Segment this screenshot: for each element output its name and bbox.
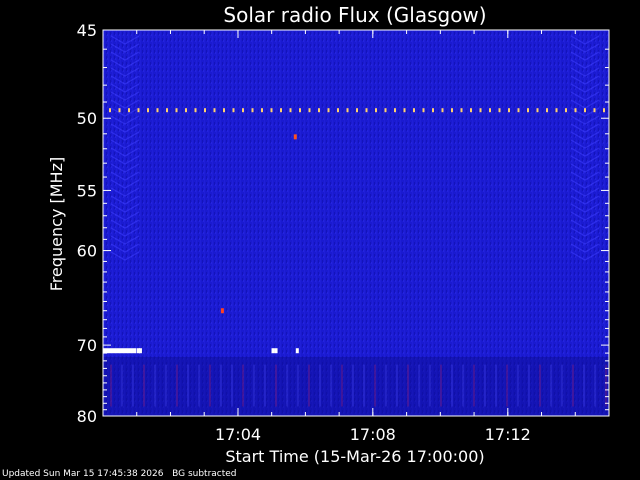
feature-dash — [137, 108, 140, 113]
spectrogram-chart: 45 50 55 60 70 80 17:04 17:08 17:12 Solar radio … — [47, 3, 610, 466]
feature-dash — [489, 108, 491, 113]
feature-dash — [441, 108, 444, 113]
y-tick-label: 60 — [77, 242, 97, 261]
feature-bar — [103, 348, 137, 354]
feature-dash — [232, 108, 235, 113]
feature-dash — [166, 108, 168, 113]
feature-dash — [194, 108, 197, 113]
feature-dash — [384, 108, 387, 113]
feature-dash — [470, 108, 472, 113]
feature-dash — [593, 108, 596, 113]
feature-dash — [337, 108, 339, 113]
feature-dash — [327, 108, 330, 113]
feature-dash — [118, 108, 121, 113]
feature-dash — [147, 108, 149, 113]
feature-dash — [308, 108, 311, 113]
feature-dash — [346, 108, 349, 113]
feature-dash — [204, 108, 206, 113]
feature-dash — [517, 108, 520, 113]
y-tick-label: 50 — [77, 109, 97, 128]
x-tick-label: 17:12 — [485, 425, 531, 444]
feature-dash — [242, 108, 244, 113]
feature-dash — [527, 108, 529, 113]
plot-area — [103, 30, 609, 416]
feature-dash — [318, 108, 320, 113]
updated-timestamp: Updated Sun Mar 15 17:45:38 2026 — [2, 469, 164, 479]
feature-dash — [536, 108, 539, 113]
feature-dash — [109, 108, 111, 113]
feature-spot — [274, 348, 278, 354]
feature-dash — [175, 108, 178, 113]
feature-dash — [223, 108, 225, 113]
feature-dash — [156, 108, 159, 113]
x-axis-label: Start Time (15-Mar-26 17:00:00) — [225, 447, 484, 466]
feature-dash — [451, 108, 453, 113]
feature-dash — [394, 108, 396, 113]
feature-spot — [220, 308, 224, 314]
feature-dash — [299, 108, 301, 113]
feature-dash — [251, 108, 254, 113]
feature-dash — [555, 108, 558, 113]
feature-spot — [293, 134, 297, 140]
lower-band — [103, 357, 609, 416]
feature-dash — [280, 108, 282, 113]
feature-dash — [508, 108, 510, 113]
feature-dash — [432, 108, 434, 113]
feature-dash — [403, 108, 406, 113]
feature-spot — [138, 348, 142, 354]
feature-dash — [460, 108, 463, 113]
footer: Updated Sun Mar 15 17:45:38 2026 BG subt… — [2, 469, 237, 479]
y-tick-label: 80 — [77, 407, 97, 426]
feature-dash — [261, 108, 263, 113]
feature-dash — [128, 108, 130, 113]
feature-dash — [584, 108, 586, 113]
feature-dash — [185, 108, 187, 113]
x-tick-label: 17:04 — [215, 425, 261, 444]
bg-subtracted-note: BG subtracted — [172, 469, 237, 479]
feature-dash — [565, 108, 567, 113]
feature-dash — [498, 108, 501, 113]
feature-dash — [413, 108, 415, 113]
feature-dash — [479, 108, 482, 113]
feature-dash — [603, 108, 605, 113]
feature-dash — [289, 108, 292, 113]
feature-spot — [295, 348, 299, 354]
feature-dash — [365, 108, 368, 113]
feature-dash — [422, 108, 425, 113]
x-tick-label: 17:08 — [350, 425, 396, 444]
y-axis-label: Frequency [MHz] — [47, 157, 66, 291]
y-tick-label: 70 — [77, 336, 97, 355]
feature-dash — [546, 108, 548, 113]
feature-dash — [270, 108, 273, 113]
feature-dash — [574, 108, 577, 113]
feature-spot — [271, 348, 275, 354]
feature-dash — [213, 108, 216, 113]
chart-title: Solar radio Flux (Glasgow) — [223, 3, 486, 27]
y-tick-label: 55 — [77, 181, 97, 200]
y-tick-label: 45 — [77, 21, 97, 40]
feature-dash — [356, 108, 358, 113]
feature-dash — [375, 108, 377, 113]
